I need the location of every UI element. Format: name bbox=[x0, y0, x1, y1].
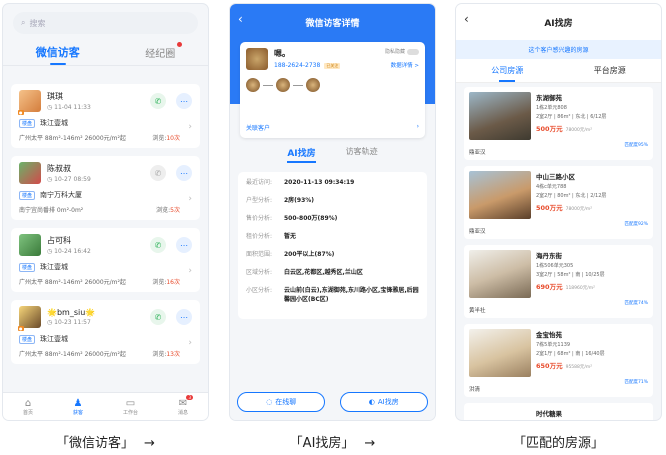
house-card[interactable]: 海丹东街 1栋506单元305 3室2厅 | 58m² | 南 | 10/25层 69… bbox=[464, 245, 653, 318]
search-input[interactable]: ⌕ 搜索 bbox=[13, 12, 198, 34]
tab-ai-find[interactable]: AI找房 bbox=[287, 146, 316, 163]
ai-find-button[interactable]: ◐ AI找房 bbox=[339, 392, 428, 412]
chevron-right-icon: › bbox=[188, 122, 192, 132]
caption-matched-listings: 「匹配的房源」 bbox=[512, 436, 604, 451]
house-photo bbox=[469, 250, 531, 298]
tab-platform-listings[interactable]: 平台房源 bbox=[594, 65, 626, 76]
bottom-nav: ⌂ 首页 ♟ 获客 ▭ 工作台 ✉ 消息 3 bbox=[3, 392, 208, 420]
hint-banner: 这个客户感兴趣的房源 bbox=[456, 40, 661, 59]
arrow-right-icon: → bbox=[364, 436, 376, 451]
profile-card: 嗯。 188-2624-2738 已关注 隐私隐藏 数据详情 > 关联客户 › bbox=[240, 42, 425, 138]
tab-visitor-track[interactable]: 访客轨迹 bbox=[346, 146, 378, 159]
page-title: AI找房 bbox=[544, 19, 573, 29]
avatar bbox=[306, 78, 320, 92]
house-list: 东湖御苑 1栋2单元808 2室2厅 | 86m² | 东北 | 6/12层 500万… bbox=[456, 83, 661, 420]
phone-number[interactable]: 188-2624-2738 bbox=[274, 62, 320, 69]
tab-broker-circle[interactable]: 经纪圈 bbox=[145, 42, 183, 65]
back-icon[interactable]: ‹ bbox=[464, 12, 469, 26]
header: ‹ AI找房 bbox=[456, 4, 661, 40]
message-button[interactable]: ⋯ bbox=[176, 237, 192, 253]
chevron-right-icon: › bbox=[188, 194, 192, 204]
notification-dot bbox=[177, 42, 183, 47]
visitor-card[interactable]: 陈叔叔 ◷ 10-27 08:59 ✆ ⋯ 楼盘 南宁万科大厦 南宁宜尚番排 0m²-… bbox=[11, 156, 200, 220]
visitor-list: ● 琪琪 ◷ 11-04 11:33 ✆ ⋯ 楼盘 珠江壹城 广州太平 88m²-14… bbox=[3, 76, 208, 392]
chevron-right-icon: › bbox=[188, 266, 192, 276]
avatar bbox=[246, 48, 268, 70]
privacy-toggle[interactable] bbox=[407, 48, 419, 55]
back-icon[interactable]: ‹ bbox=[238, 12, 243, 26]
house-photo bbox=[469, 171, 531, 219]
avatar bbox=[276, 78, 290, 92]
nav-acquire[interactable]: ♟ 获客 bbox=[73, 398, 83, 416]
nav-workbench[interactable]: ▭ 工作台 bbox=[123, 398, 138, 416]
related-customer-row[interactable]: 关联客户 › bbox=[246, 123, 419, 132]
chat-icon: ◌ bbox=[266, 398, 273, 406]
match-score: 匹配度74% bbox=[624, 301, 648, 306]
tab-wechat-visitors[interactable]: 微信访客 bbox=[36, 44, 80, 65]
phone-visitor-detail: ‹ 微信访客详情 嗯。 188-2624-2738 已关注 隐私隐藏 数据详情 > … bbox=[230, 4, 435, 420]
match-score: 匹配度95% bbox=[624, 143, 648, 148]
chevron-right-icon: › bbox=[188, 338, 192, 348]
visitor-card[interactable]: ● 琪琪 ◷ 11-04 11:33 ✆ ⋯ 楼盘 珠江壹城 广州太平 88m²-14… bbox=[11, 84, 200, 148]
call-button[interactable]: ✆ bbox=[150, 309, 166, 325]
visitor-card[interactable]: ● 🌟bm_siu🌟 ◷ 10-23 11:57 ✆ ⋯ 楼盘 珠江壹城 广州太平 8… bbox=[11, 300, 200, 364]
house-card[interactable]: 东湖御苑 1栋2单元808 2室2厅 | 86m² | 东北 | 6/12层 500万… bbox=[464, 87, 653, 160]
workbench-icon: ▭ bbox=[125, 397, 136, 409]
call-button[interactable]: ✆ bbox=[150, 237, 166, 253]
avatar: ● bbox=[18, 90, 41, 115]
call-button[interactable]: ✆ bbox=[150, 93, 166, 109]
message-button[interactable]: ⋯ bbox=[176, 165, 192, 181]
arrow-right-icon: → bbox=[144, 436, 155, 451]
listing-tabs: 公司房源 平台房源 bbox=[456, 59, 661, 83]
house-photo bbox=[469, 92, 531, 140]
search-icon: ⌕ bbox=[21, 18, 26, 27]
avatar: ● bbox=[18, 306, 41, 331]
detail-tabs: AI找房 访客轨迹 bbox=[230, 146, 435, 163]
avatar bbox=[246, 78, 260, 92]
match-score: 匹配度71% bbox=[624, 380, 648, 385]
message-button[interactable]: ⋯ bbox=[176, 309, 192, 325]
nav-home[interactable]: ⌂ 首页 bbox=[23, 398, 33, 416]
caption-ai-find: 「AI找房」 → bbox=[289, 436, 376, 451]
message-count-badge: 3 bbox=[186, 394, 193, 400]
caption-wechat-visitors: 「微信访客」 → bbox=[56, 436, 155, 451]
status-badge: 已关注 bbox=[324, 62, 341, 69]
call-button[interactable]: ✆ bbox=[150, 165, 166, 181]
avatar bbox=[19, 162, 41, 184]
user-icon: ♟ bbox=[73, 397, 83, 409]
message-button[interactable]: ⋯ bbox=[176, 93, 192, 109]
house-card[interactable]: 时代糖果 bbox=[464, 403, 653, 420]
chevron-right-icon: › bbox=[416, 123, 419, 130]
home-icon: ⌂ bbox=[24, 397, 32, 409]
avatar bbox=[19, 234, 41, 256]
online-chat-button[interactable]: ◌ 在线聊 bbox=[237, 392, 326, 412]
match-score: 匹配度92% bbox=[624, 222, 648, 227]
phone-matched-listings: ‹ AI找房 这个客户感兴趣的房源 公司房源 平台房源 东湖御苑 1栋2单元808… bbox=[456, 4, 661, 420]
ai-icon: ◐ bbox=[368, 398, 375, 406]
referral-chain bbox=[246, 78, 419, 92]
ai-analysis: 最近访问: 2020-11-13 09:34:19 户型分析: 2房(93%) 售价… bbox=[238, 172, 427, 319]
data-details-link[interactable]: 数据详情 > bbox=[385, 61, 419, 69]
page-title: 微信访客详情 bbox=[305, 19, 360, 29]
visitor-card[interactable]: 占可科 ◷ 10-24 16:42 ✆ ⋯ 楼盘 珠江壹城 广州太平 88m²-146… bbox=[11, 228, 200, 292]
nav-messages[interactable]: ✉ 消息 3 bbox=[178, 394, 193, 416]
tab-company-listings[interactable]: 公司房源 bbox=[491, 65, 523, 82]
visitor-tabs: 微信访客 经纪圈 bbox=[3, 40, 208, 66]
house-card[interactable]: 金宝怡苑 7栋5单元1139 2室1厅 | 68m² | 南 | 16/40层 650… bbox=[464, 324, 653, 397]
house-photo bbox=[469, 329, 531, 377]
phone-wechat-visitors: ⌕ 搜索 微信访客 经纪圈 ● 琪琪 ◷ 11-04 11:33 ✆ ⋯ 楼盘 珠江壹… bbox=[3, 4, 208, 420]
house-card[interactable]: 中山三路小区 4栋c单元788 2室2厅 | 80m² | 东北 | 2/12层 50… bbox=[464, 166, 653, 239]
action-bar: ◌ 在线聊 ◐ AI找房 bbox=[230, 384, 435, 420]
